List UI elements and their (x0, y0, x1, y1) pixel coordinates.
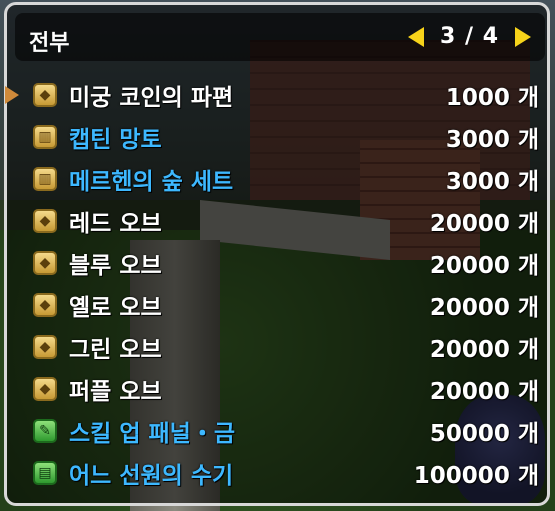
list-item[interactable]: ▤ 어느 선원의 수기 100000 개 (11, 452, 547, 494)
list-item[interactable]: ◆ 옐로 오브 20000 개 (11, 284, 547, 326)
green-book-icon: ▤ (33, 461, 57, 485)
item-count: 20000 개 (429, 253, 539, 279)
selection-arrow-icon (5, 86, 19, 104)
gift-box-icon: ▥ (33, 167, 57, 191)
page-indicator: 3 / 4 (440, 24, 499, 49)
list-item[interactable]: ◆ 그린 오브 20000 개 (11, 326, 547, 368)
coin-shard-icon: ◆ (33, 209, 57, 233)
list-item[interactable]: ◆ 퍼플 오브 20000 개 (11, 368, 547, 410)
item-count: 3000 개 (445, 127, 539, 153)
list-item[interactable]: ◆ 블루 오브 20000 개 (11, 242, 547, 284)
item-name: 그린 오브 (69, 337, 162, 363)
item-list-panel: 전부 3 / 4 ◆ 미궁 코인의 파편 1000 개 ▥ 캡틴 망토 3000 개 ▥ 메르… (4, 2, 550, 506)
coin-shard-icon: ◆ (33, 293, 57, 317)
item-count: 20000 개 (429, 337, 539, 363)
list-item[interactable]: ▥ 메르헨의 숲 세트 3000 개 (11, 158, 547, 200)
item-count: 20000 개 (429, 295, 539, 321)
item-name: 퍼플 오브 (69, 379, 162, 405)
item-count: 100000 개 (413, 463, 539, 489)
item-name: 스킬 업 패널・금 (69, 421, 235, 447)
leaf-panel-icon: ✎ (33, 419, 57, 443)
item-name: 미궁 코인의 파편 (69, 85, 234, 111)
item-count: 20000 개 (429, 379, 539, 405)
panel-header: 전부 3 / 4 (15, 13, 545, 61)
item-name: 캡틴 망토 (69, 127, 162, 153)
item-name: 레드 오브 (69, 211, 162, 237)
item-count: 50000 개 (429, 421, 539, 447)
item-list: ◆ 미궁 코인의 파편 1000 개 ▥ 캡틴 망토 3000 개 ▥ 메르헨의 숲 세트 30… (5, 74, 547, 494)
category-title: 전부 (29, 31, 70, 56)
pager: 3 / 4 (408, 24, 531, 49)
item-name: 블루 오브 (69, 253, 162, 279)
list-item[interactable]: ◆ 레드 오브 20000 개 (11, 200, 547, 242)
coin-shard-icon: ◆ (33, 335, 57, 359)
list-item[interactable]: ✎ 스킬 업 패널・금 50000 개 (11, 410, 547, 452)
list-item[interactable]: ◆ 미궁 코인의 파편 1000 개 (5, 74, 547, 116)
item-count: 3000 개 (445, 169, 539, 195)
gift-box-icon: ▥ (33, 125, 57, 149)
item-count: 1000 개 (445, 85, 539, 111)
item-name: 메르헨의 숲 세트 (69, 169, 234, 195)
coin-shard-icon: ◆ (33, 377, 57, 401)
prev-page-arrow-icon[interactable] (408, 26, 425, 47)
item-count: 20000 개 (429, 211, 539, 237)
list-item[interactable]: ▥ 캡틴 망토 3000 개 (11, 116, 547, 158)
item-name: 옐로 오브 (69, 295, 162, 321)
coin-shard-icon: ◆ (33, 83, 57, 107)
next-page-arrow-icon[interactable] (515, 26, 531, 47)
coin-shard-icon: ◆ (33, 251, 57, 275)
item-name: 어느 선원의 수기 (69, 463, 234, 489)
